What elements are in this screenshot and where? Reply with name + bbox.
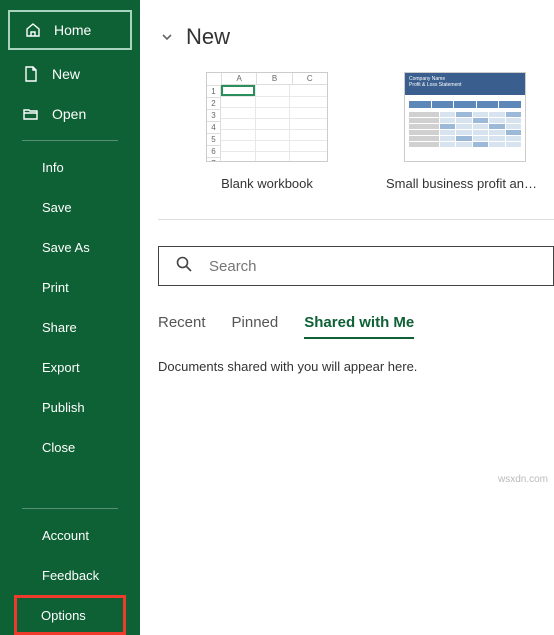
sidebar-item-share[interactable]: Share: [0, 307, 140, 347]
sidebar-item-close[interactable]: Close: [0, 427, 140, 467]
search-icon: [175, 255, 193, 278]
tab-pinned[interactable]: Pinned: [232, 314, 279, 339]
backstage-sidebar: Home New Open Info Save Save As Print Sh…: [0, 0, 140, 635]
section-title: New: [186, 24, 230, 50]
template-thumbnail: Company NameProfit & Loss Statement: [404, 72, 526, 162]
sidebar-divider: [22, 140, 118, 141]
tab-shared-with-me[interactable]: Shared with Me: [304, 314, 414, 339]
search-box[interactable]: [158, 246, 554, 286]
sidebar-item-options[interactable]: Options: [14, 595, 126, 635]
sidebar-item-print[interactable]: Print: [0, 267, 140, 307]
sidebar-item-save-as[interactable]: Save As: [0, 227, 140, 267]
sidebar-item-save[interactable]: Save: [0, 187, 140, 227]
template-blank-workbook[interactable]: ABC 1234567 Blank workbook: [188, 72, 346, 191]
sidebar-label: Home: [54, 22, 91, 38]
sidebar-item-export[interactable]: Export: [0, 347, 140, 387]
sidebar-item-account[interactable]: Account: [0, 515, 140, 555]
sidebar-label: New: [52, 66, 80, 82]
sidebar-item-home[interactable]: Home: [8, 10, 132, 50]
template-label: Blank workbook: [221, 176, 313, 191]
template-thumbnail: ABC 1234567: [206, 72, 328, 162]
sidebar-item-open[interactable]: Open: [0, 94, 140, 134]
template-small-business[interactable]: Company NameProfit & Loss Statement Smal…: [386, 72, 544, 191]
sidebar-divider: [22, 508, 118, 509]
home-icon: [24, 21, 42, 39]
section-header: New: [158, 24, 554, 50]
chevron-down-icon[interactable]: [158, 28, 176, 46]
main-panel: New ABC 1234567 Blank workbook Company: [140, 0, 554, 635]
folder-open-icon: [22, 105, 40, 123]
sidebar-item-feedback[interactable]: Feedback: [0, 555, 140, 595]
sidebar-item-info[interactable]: Info: [0, 147, 140, 187]
empty-state-message: Documents shared with you will appear he…: [158, 359, 554, 374]
sidebar-item-new[interactable]: New: [0, 54, 140, 94]
recent-tabs: Recent Pinned Shared with Me: [158, 314, 554, 339]
tab-recent[interactable]: Recent: [158, 314, 206, 339]
new-file-icon: [22, 65, 40, 83]
template-label: Small business profit and los...: [386, 176, 544, 191]
sidebar-label: Open: [52, 106, 86, 122]
template-gallery: ABC 1234567 Blank workbook Company NameP…: [188, 72, 554, 191]
search-input[interactable]: [209, 258, 537, 275]
watermark: wsxdn.com: [498, 474, 548, 485]
divider: [158, 219, 554, 220]
sidebar-item-publish[interactable]: Publish: [0, 387, 140, 427]
